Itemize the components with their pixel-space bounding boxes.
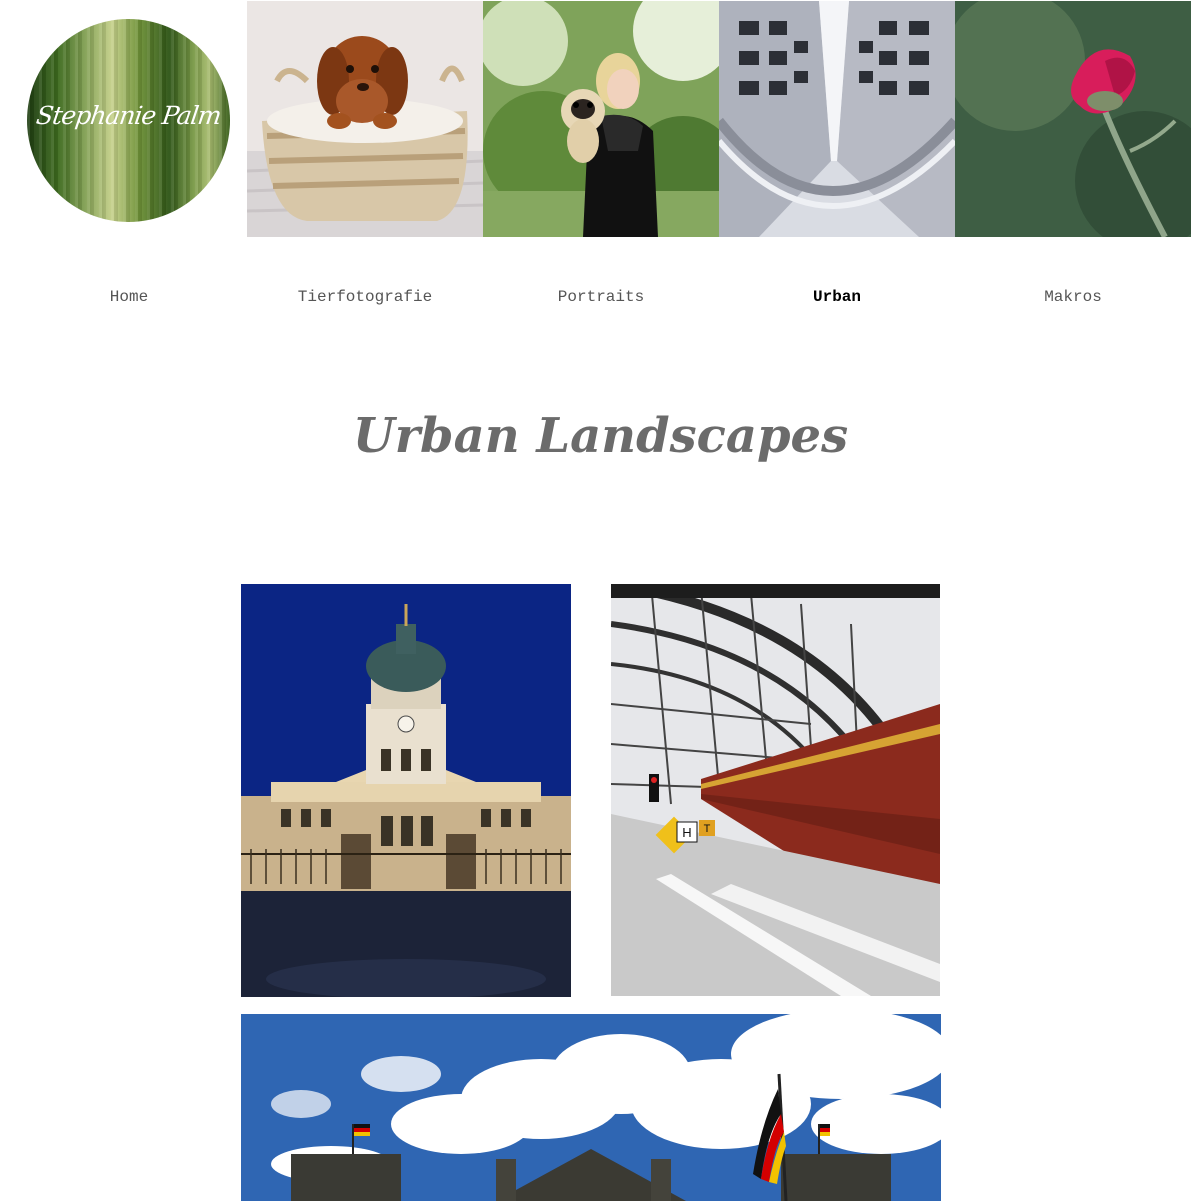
site-logo[interactable]: Stephanie Palm: [27, 19, 230, 222]
nav-tierfotografie[interactable]: Tierfotografie: [247, 288, 483, 306]
gallery-photo-palace[interactable]: [241, 584, 571, 997]
header-photo-puppy[interactable]: [247, 1, 483, 237]
nav-home[interactable]: Home: [11, 288, 247, 306]
header-photo-architecture[interactable]: [719, 1, 955, 237]
page-title: Urban Landscapes: [352, 408, 849, 464]
main-navigation: Home Tierfotografie Portraits Urban Makr…: [0, 288, 1201, 314]
header-gallery-strip: Stephanie Palm: [0, 0, 1201, 237]
svg-text:H: H: [682, 825, 691, 840]
nav-urban[interactable]: Urban: [719, 288, 955, 306]
header-photo-portrait[interactable]: [483, 1, 719, 237]
header-photo-macro[interactable]: [955, 1, 1191, 237]
gallery-photo-reichstag[interactable]: [241, 1014, 941, 1201]
nav-makros[interactable]: Makros: [955, 288, 1191, 306]
svg-text:T: T: [704, 823, 711, 835]
logo-cell: Stephanie Palm: [0, 0, 247, 237]
gallery-photo-train-station[interactable]: H T: [611, 584, 940, 996]
logo-signature: Stephanie Palm: [34, 101, 223, 130]
nav-portraits[interactable]: Portraits: [483, 288, 719, 306]
